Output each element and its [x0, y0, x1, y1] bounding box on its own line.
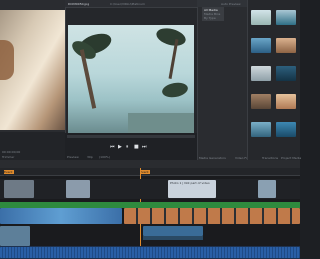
source-preview-subject	[0, 40, 14, 80]
video-track-1	[0, 179, 300, 199]
program-monitor-header: DCIM0050.jpg C:\User\VIRLU\Platinum	[65, 0, 197, 8]
timeline-marker[interactable]: Event 1	[4, 170, 14, 178]
source-caption: Trimmer	[2, 155, 15, 159]
timeline-clip[interactable]	[0, 208, 122, 224]
auto-preview-label[interactable]: Auto Preview	[221, 2, 241, 6]
program-file-name[interactable]: DCIM0050.jpg	[68, 2, 89, 6]
project-toolbar: Auto Preview	[197, 0, 247, 7]
palm-frond	[160, 80, 190, 100]
ground	[128, 113, 194, 133]
pause-icon[interactable]: ⏸	[126, 144, 129, 150]
media-thumbnail[interactable]	[276, 66, 296, 81]
program-preview-image	[68, 25, 194, 133]
next-frame-icon[interactable]: ⏭	[142, 144, 147, 150]
media-thumbnail[interactable]	[251, 38, 271, 53]
source-monitor-footer: 00:00:00;00 Trimmer	[0, 132, 65, 160]
timeline-clip[interactable]	[66, 180, 90, 198]
media-thumbnail[interactable]	[251, 122, 271, 137]
clip-label: Photo 1 | Not part of video	[170, 181, 210, 185]
media-thumbnail[interactable]	[276, 38, 296, 53]
timeline-header	[0, 160, 300, 168]
timeline-clip[interactable]	[143, 226, 203, 236]
project-tree: All Media Media Bins By Type	[202, 7, 224, 21]
keyframe-lane	[143, 236, 203, 240]
program-controls-bar: Preview 30p (100%)	[65, 133, 197, 160]
previous-frame-icon[interactable]: ⏮	[110, 144, 115, 150]
project-panel	[197, 0, 247, 160]
timeline-clip[interactable]: Photo 1 | Not part of video	[168, 180, 216, 198]
play-icon[interactable]: ▶	[118, 144, 122, 150]
timeline-clip[interactable]	[0, 226, 30, 246]
timeline-clip[interactable]	[4, 180, 34, 198]
media-thumbnail[interactable]	[251, 66, 271, 81]
timeline-marker[interactable]: Event 2	[140, 170, 150, 178]
program-scrubber[interactable]	[67, 135, 195, 138]
palm-frond	[154, 25, 188, 49]
timeline-ruler[interactable]	[0, 168, 300, 176]
stop-icon[interactable]: ■	[134, 144, 139, 150]
tree-item[interactable]: By Type	[204, 16, 216, 20]
media-thumbnail[interactable]	[276, 122, 296, 137]
source-timecode: 00:00:00;00	[2, 150, 21, 154]
timeline-clip-filmstrip[interactable]	[124, 208, 300, 224]
media-thumbnail[interactable]	[276, 10, 296, 25]
media-thumbnail[interactable]	[276, 94, 296, 109]
media-thumbnail[interactable]	[251, 94, 271, 109]
program-zoom: (100%)	[99, 155, 110, 159]
program-status: Preview	[67, 155, 79, 159]
program-fps: 30p	[87, 155, 93, 159]
media-thumbnail[interactable]	[251, 10, 271, 25]
timeline-clip[interactable]	[258, 180, 276, 198]
audio-waveform[interactable]	[0, 247, 300, 258]
program-path: C:\User\VIRLU\Platinum	[110, 2, 145, 6]
